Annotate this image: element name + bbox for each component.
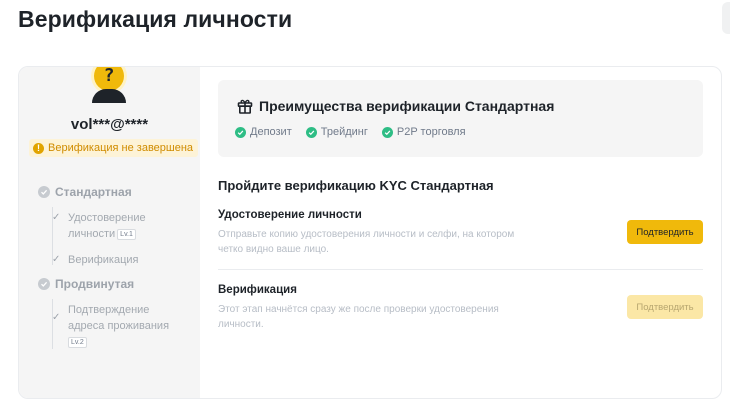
level-tag: Lv.2 xyxy=(68,336,87,348)
check-icon xyxy=(305,126,317,138)
check-icon: ✓ xyxy=(52,212,61,223)
benefit-item: Трейдинг xyxy=(305,126,368,138)
check-icon xyxy=(381,126,393,138)
scroll-edge xyxy=(722,2,730,34)
level-label: Стандартная xyxy=(55,185,132,199)
level-standard: Стандартная xyxy=(38,185,132,199)
sidebar: ? vol***@**** ! Верификация не завершена… xyxy=(19,67,200,398)
warning-icon: ! xyxy=(33,142,44,154)
benefits-title: Преимущества верификации Стандартная xyxy=(259,98,555,114)
step-title: Удостоверение личности xyxy=(218,209,362,221)
level-label: Продвинутая xyxy=(55,277,135,291)
step-verification: Верификация Этот этап начнётся сразу же … xyxy=(218,284,703,334)
verification-card: ? vol***@**** ! Верификация не завершена… xyxy=(18,66,722,399)
step-description: Отправьте копию удостоверения личности и… xyxy=(218,229,515,255)
check-icon: ✓ xyxy=(52,254,61,265)
benefit-item: Депозит xyxy=(235,126,292,138)
check-icon xyxy=(235,126,246,138)
confirm-verification-button[interactable]: Подтвердить xyxy=(627,295,703,319)
check-icon: ✓ xyxy=(52,312,61,323)
check-icon xyxy=(38,186,50,198)
sidebar-item-identity: ✓ Удостоверение личности Lv.1 xyxy=(52,212,146,240)
benefit-item: P2P торговля xyxy=(381,126,466,138)
level-tag: Lv.1 xyxy=(117,228,136,240)
status-badge-label: Верификация не завершена xyxy=(48,142,194,154)
benefits-list: Депозит Трейдинг P2P торговля xyxy=(235,126,466,138)
sidebar-item-verification: ✓ Верификация xyxy=(52,254,139,266)
username: vol***@**** xyxy=(70,116,149,133)
sidebar-item-address: ✓ Подтверждение адреса проживания Lv.2 xyxy=(52,304,170,348)
step-description: Этот этап начнётся сразу же после провер… xyxy=(218,304,499,330)
page-title: Верификация личности xyxy=(18,6,293,32)
status-badge: ! Верификация не завершена xyxy=(29,139,199,157)
kyc-heading: Пройдите верификацию KYC Стандартная xyxy=(218,178,494,193)
step-identity: Удостоверение личности Отправьте копию у… xyxy=(218,209,703,259)
check-icon xyxy=(38,278,50,290)
confirm-identity-button[interactable]: Подтвердить xyxy=(627,220,703,244)
benefits-panel: Преимущества верификации Стандартная Деп… xyxy=(218,80,703,157)
divider xyxy=(218,269,703,270)
step-title: Верификация xyxy=(218,284,297,296)
main-content: Преимущества верификации Стандартная Деп… xyxy=(218,67,721,398)
question-mark-icon: ? xyxy=(94,67,124,91)
avatar: ? xyxy=(89,67,129,103)
gift-icon xyxy=(237,99,253,114)
level-advanced: Продвинутая xyxy=(38,277,134,291)
